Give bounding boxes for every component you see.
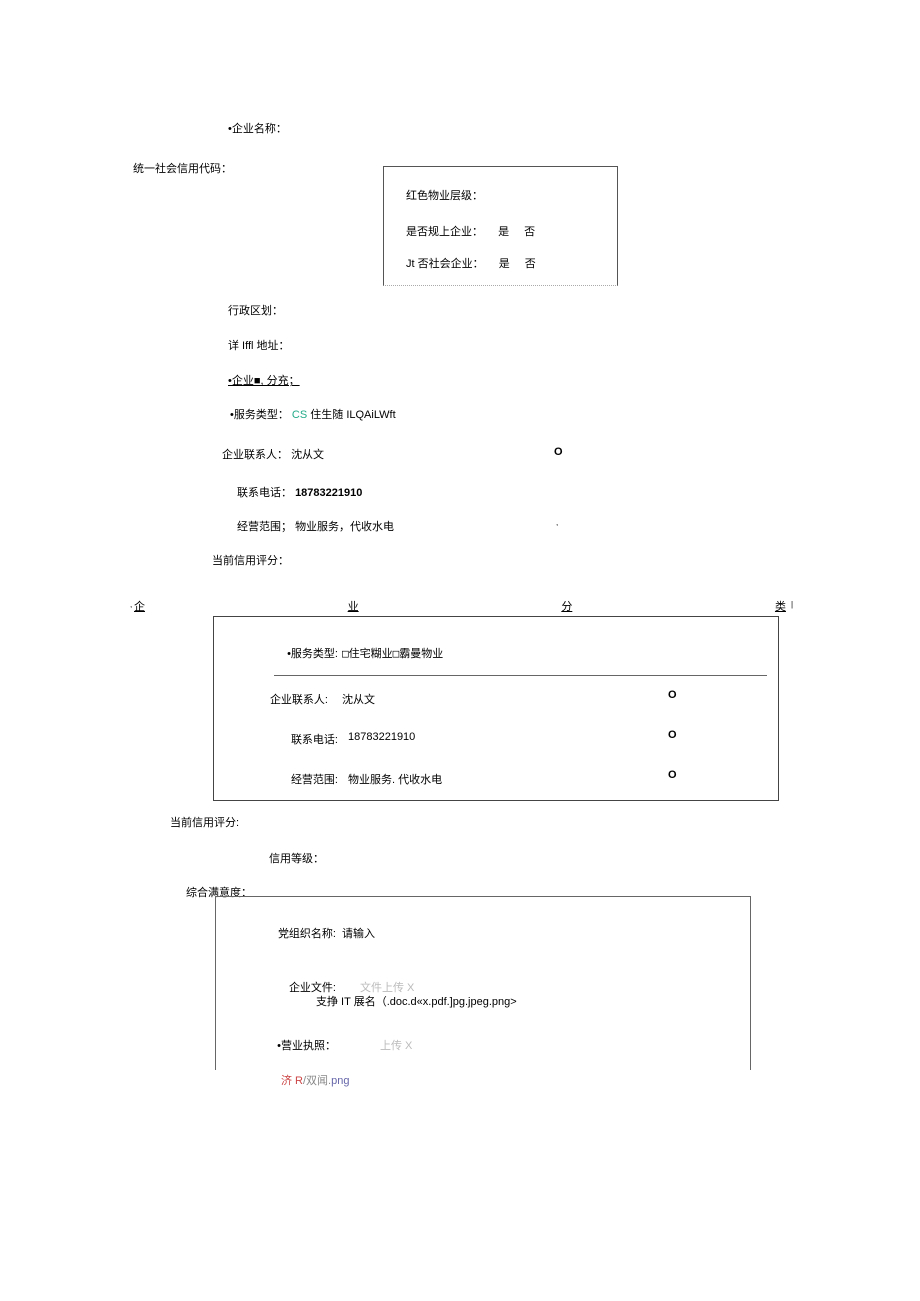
enterprise-classify-label: •企业■, 分充；	[228, 372, 300, 388]
cat-right-mark: |	[791, 600, 793, 609]
cat-2: 业	[348, 598, 359, 614]
contact-value-2: 沈从文	[342, 691, 375, 707]
phone-value-1: 18783221910	[295, 487, 362, 499]
service-type-rest: 住生随 ILQAiLWft	[307, 409, 395, 421]
credit-level-label: 信用等级：	[269, 850, 324, 866]
uscc-label: 统一社会信用代码：	[133, 160, 232, 176]
phone-row-1: 联系电话： 18783221910	[237, 484, 362, 500]
contact-indicator-1: O	[554, 446, 563, 458]
admin-division-label: 行政区划：	[228, 302, 283, 318]
red-property-level-label: 红色物业层级：	[406, 187, 483, 203]
is-social-enterprise-label: Jt 否社会企业： 是 否	[406, 255, 536, 271]
footnote: 济 R/双闻.png	[281, 1072, 349, 1088]
scope-label-2: 经营范围:	[258, 771, 338, 787]
scope-indicator-2: O	[668, 769, 677, 781]
phone-value-2: 18783221910	[348, 731, 415, 743]
file-upload-hint: 支挣 IT 展名（.doc.d«x.pdf.]pg.jpeg.png>	[316, 993, 517, 1009]
business-license-label: •营业执照：	[236, 1037, 336, 1053]
scope-row-1: 经营范围； 物业服务，代收水电	[237, 518, 394, 534]
is-above-scale-label: 是否规上企业： 是 否	[406, 223, 535, 239]
phone-label-2: 联系电话:	[258, 731, 338, 747]
service-type-prefix: CS	[292, 409, 307, 421]
cat-1: 企	[134, 598, 145, 614]
license-upload-button[interactable]: 上传 X	[380, 1037, 412, 1053]
classification-box: 红色物业层级： 是否规上企业： 是 否 Jt 否社会企业： 是 否	[383, 166, 618, 286]
credit-score-label-2: 当前信用评分:	[170, 814, 239, 830]
attachment-box: 党组织名称: 请输入 企业文件: 文件上传 X 支挣 IT 展名（.doc.d«…	[215, 896, 751, 1070]
separator-line	[274, 675, 767, 676]
contact-indicator-2: O	[668, 689, 677, 701]
above-scale-no[interactable]: 否	[524, 223, 535, 239]
footnote-part3: png	[331, 1075, 349, 1087]
cat-4: 类	[775, 598, 786, 614]
service-type-row: •服务类型： CS 住生随 ILQAiLWft	[230, 406, 396, 422]
org-name-input[interactable]: 请输入	[342, 925, 375, 941]
service-type-label-2: •服务类型:	[258, 645, 338, 661]
company-name-label: •企业名称：	[228, 120, 287, 136]
org-name-label: 党组织名称:	[236, 925, 336, 941]
service-type-value-2: □住宅糊业□霸曼物业	[342, 645, 443, 661]
social-enterprise-no[interactable]: 否	[525, 255, 536, 271]
scope-value-2: 物业服务. 代收水电	[348, 771, 442, 787]
service-type-label: •服务类型：	[230, 409, 289, 421]
scope-dot: ,	[556, 518, 558, 527]
contact-label-2: 企业联系人:	[248, 691, 328, 707]
credit-score-label-1: 当前信用评分：	[212, 552, 289, 568]
category-header: 企 业 分 类	[130, 598, 790, 616]
above-scale-text: 是否规上企业：	[406, 226, 483, 238]
enterprise-detail-box: •服务类型: □住宅糊业□霸曼物业 企业联系人: 沈从文 O 联系电话: 187…	[213, 616, 779, 801]
contact-row-1: 企业联系人： 沈从文	[222, 446, 324, 462]
footnote-part2: /双闻.	[303, 1075, 331, 1087]
social-enterprise-yes[interactable]: 是	[499, 255, 510, 271]
social-enterprise-text: Jt 否社会企业：	[406, 258, 484, 270]
cat-3: 分	[561, 598, 572, 614]
phone-label-1: 联系电话：	[237, 487, 292, 499]
contact-label-1: 企业联系人：	[222, 449, 288, 461]
scope-value-1: 物业服务，代收水电	[295, 521, 394, 533]
phone-indicator-2: O	[668, 729, 677, 741]
footnote-part1: 济 R	[281, 1075, 303, 1087]
detail-address-label: 详 Iffl 地址：	[228, 337, 290, 353]
scope-label-1: 经营范围；	[237, 521, 292, 533]
above-scale-yes[interactable]: 是	[498, 223, 509, 239]
contact-value-1: 沈从文	[291, 449, 324, 461]
